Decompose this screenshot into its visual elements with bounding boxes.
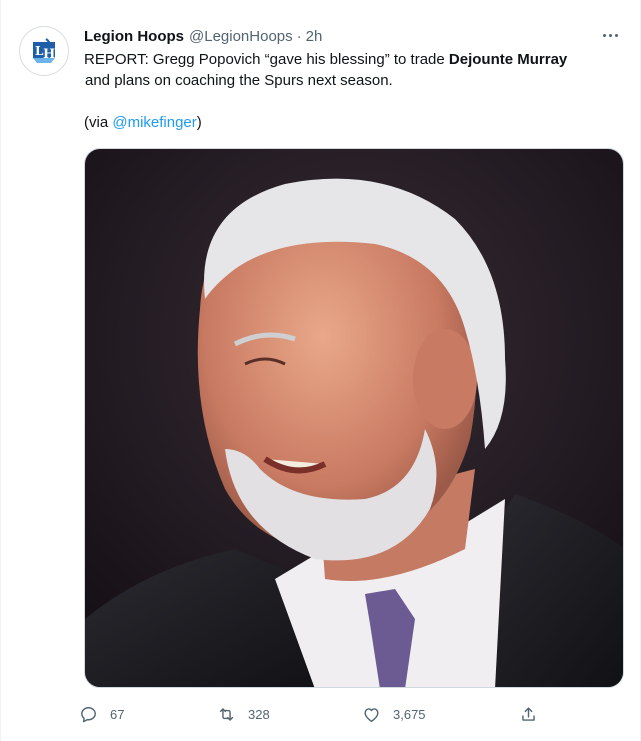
reply-button[interactable]: 67 (79, 700, 124, 728)
tweet-text-line1: REPORT: Gregg Popovich “gave his blessin… (84, 51, 449, 68)
tweet-card[interactable]: L H Legion Hoops @LegionHoops · 2h REPOR… (0, 0, 641, 741)
retweet-icon (219, 707, 234, 721)
svg-text:H: H (43, 47, 55, 62)
reply-icon (81, 706, 96, 722)
photo-image (85, 149, 623, 687)
tweet-photo[interactable] (84, 148, 624, 688)
mention-link[interactable]: @mikefinger (112, 114, 196, 131)
legion-hoops-logo-icon: L H (25, 32, 63, 70)
heart-icon (364, 707, 379, 722)
like-count: 3,675 (393, 706, 426, 722)
header-separator: · (296, 27, 302, 45)
tweet-text-bold-name: Dejounte Murray (448, 51, 568, 68)
share-button[interactable] (519, 700, 538, 728)
tweet-header: Legion Hoops @LegionHoops · 2h (84, 25, 322, 47)
tweet-text: REPORT: Gregg Popovich “gave his blessin… (84, 49, 614, 133)
tweet-text-line2: and plans on coaching the Spurs next sea… (85, 72, 393, 89)
author-handle[interactable]: @LegionHoops (189, 28, 293, 45)
share-icon (522, 706, 535, 721)
like-button[interactable]: 3,675 (362, 700, 426, 728)
reply-count: 67 (110, 706, 125, 722)
more-options-button[interactable] (598, 24, 622, 46)
retweet-count: 328 (248, 706, 270, 722)
more-dots-icon (602, 33, 606, 37)
tweet-time[interactable]: 2h (306, 28, 323, 45)
retweet-button[interactable]: 328 (217, 700, 270, 728)
tweet-via: (via @mikefinger) (84, 114, 202, 131)
avatar[interactable]: L H (19, 26, 69, 76)
author-name[interactable]: Legion Hoops (84, 28, 184, 45)
tweet-actions: 67 328 3,675 (79, 700, 549, 728)
